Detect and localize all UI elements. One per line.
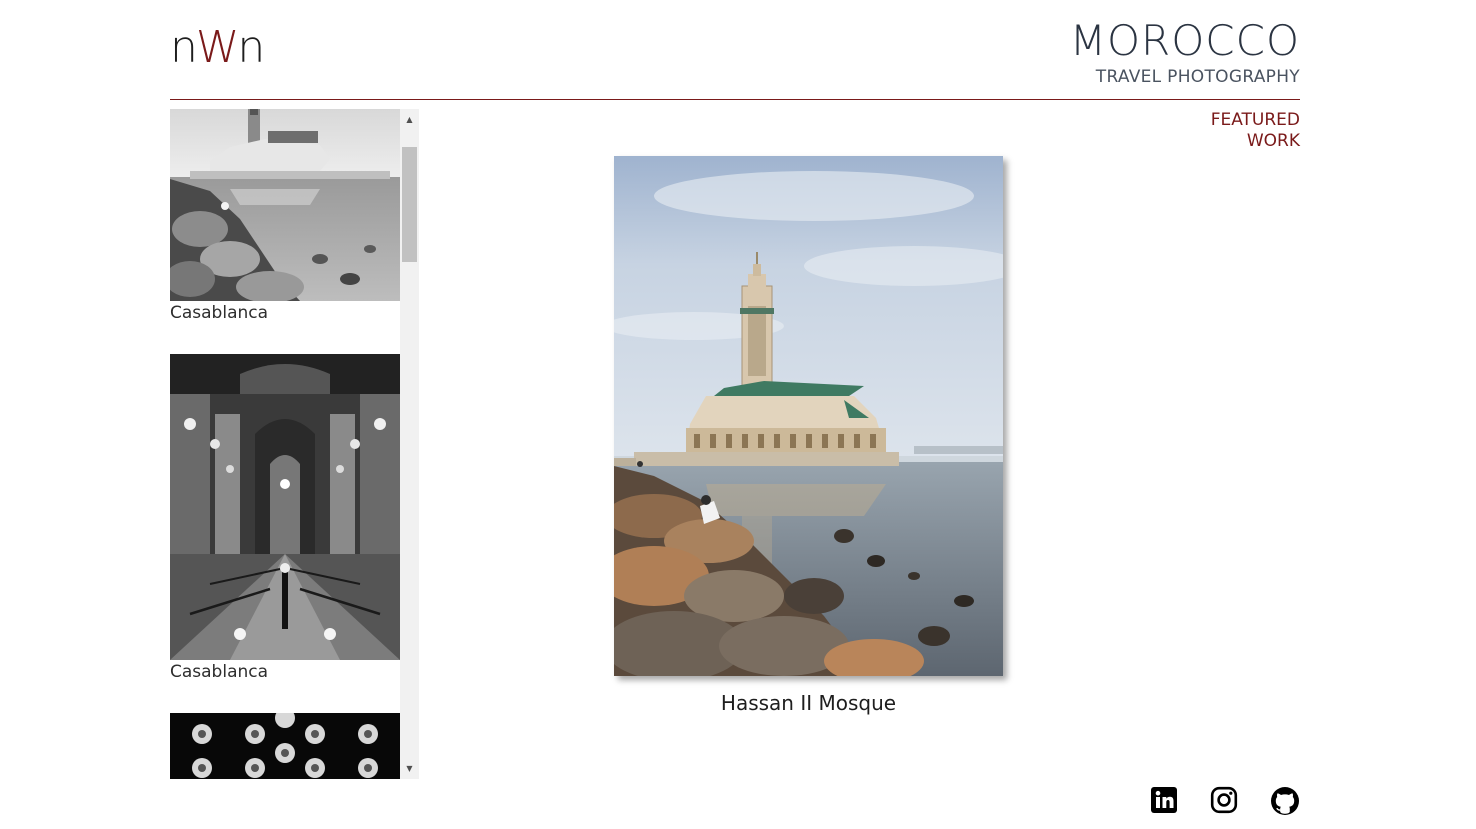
gallery-item[interactable] bbox=[170, 713, 400, 779]
gallery-sidebar[interactable]: Casablanca Casablanca ▲ ▼ bbox=[170, 109, 419, 779]
featured-photo bbox=[614, 156, 1003, 676]
nav-featured-line1: FEATURED bbox=[1210, 110, 1300, 130]
featured-caption: Hassan II Mosque bbox=[720, 691, 897, 715]
page-title: MOROCCO bbox=[1069, 16, 1300, 65]
instagram-icon[interactable] bbox=[1210, 786, 1240, 816]
github-icon[interactable] bbox=[1270, 786, 1300, 816]
nav-featured-line2: WORK bbox=[1246, 131, 1300, 151]
gallery-thumbnail bbox=[170, 109, 400, 301]
scrollbar-thumb[interactable] bbox=[402, 147, 417, 262]
scroll-up-arrow-icon[interactable]: ▲ bbox=[400, 111, 419, 128]
header-divider bbox=[170, 99, 1300, 100]
gallery-item[interactable]: Casablanca bbox=[170, 109, 400, 354]
logo-letter-mid: W bbox=[195, 22, 239, 73]
logo-letter-right: n bbox=[237, 22, 265, 73]
scroll-down-arrow-icon[interactable]: ▼ bbox=[400, 760, 419, 777]
gallery-caption: Casablanca bbox=[170, 662, 269, 682]
gallery-thumbnail bbox=[170, 713, 400, 779]
gallery-thumbnail bbox=[170, 354, 400, 660]
gallery-scrollbar[interactable]: ▲ ▼ bbox=[400, 109, 419, 779]
nav-featured-work-link[interactable]: FEATURED WORK bbox=[1211, 110, 1300, 152]
site-title: MOROCCO TRAVEL PHOTOGRAPHY bbox=[1070, 18, 1300, 88]
gallery-item[interactable]: Casablanca bbox=[170, 354, 400, 713]
site-logo[interactable]: nWn bbox=[170, 22, 288, 74]
page-subtitle: TRAVEL PHOTOGRAPHY bbox=[1095, 67, 1300, 87]
gallery-caption: Casablanca bbox=[170, 303, 269, 323]
logo-letter-left: n bbox=[170, 22, 198, 73]
linkedin-icon[interactable] bbox=[1150, 786, 1180, 816]
featured-image[interactable] bbox=[614, 156, 1003, 676]
gallery-list: Casablanca Casablanca bbox=[170, 109, 400, 779]
